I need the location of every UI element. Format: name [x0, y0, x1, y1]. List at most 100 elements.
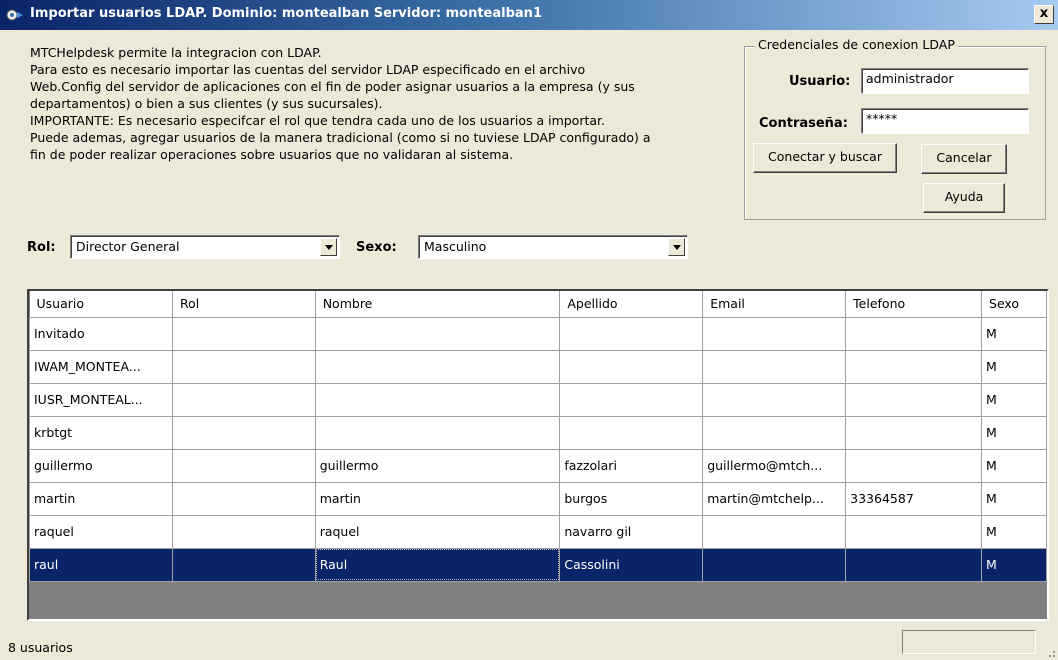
table-cell-telefono[interactable]: [845, 448, 983, 483]
table-cell-rol[interactable]: [171, 514, 316, 549]
column-header-usuario[interactable]: Usuario: [29, 291, 173, 318]
table-cell-email[interactable]: [702, 514, 847, 549]
table-cell-usuario[interactable]: raquel: [29, 514, 173, 549]
table-cell-rol[interactable]: [171, 448, 316, 483]
table-cell-nombre[interactable]: [314, 415, 561, 450]
cancel-button[interactable]: Cancelar: [921, 144, 1007, 174]
table-cell-nombre[interactable]: [314, 382, 561, 417]
table-cell-telefono[interactable]: 33364587: [845, 481, 983, 516]
table-cell-usuario[interactable]: Invitado: [29, 316, 173, 351]
table-cell-rol[interactable]: [171, 415, 316, 450]
title-bar[interactable]: Importar usuarios LDAP. Dominio: monteal…: [0, 0, 1058, 30]
table-row[interactable]: IUSR_MONTEAL... M: [29, 382, 1047, 417]
table-cell-rol[interactable]: [171, 349, 316, 384]
info-line: departamentos) o bien a sus clientes (y …: [30, 96, 383, 111]
password-input[interactable]: *****: [861, 108, 1029, 134]
table-cell-sexo[interactable]: M: [981, 481, 1047, 516]
table-cell-apellido[interactable]: [559, 316, 704, 351]
close-button[interactable]: x: [1034, 5, 1054, 24]
table-cell-email[interactable]: martin@mtchelp...: [702, 481, 847, 516]
table-cell-rol[interactable]: [171, 481, 316, 516]
table-cell-sexo[interactable]: M: [981, 349, 1047, 384]
table-cell-nombre[interactable]: [314, 349, 561, 384]
info-line: fin de poder realizar operaciones sobre …: [30, 147, 514, 162]
table-row[interactable]: Invitado M: [29, 316, 1047, 351]
table-cell-sexo[interactable]: M: [981, 316, 1047, 351]
table-cell-rol[interactable]: [171, 547, 316, 582]
table-row[interactable]: guillermo guillermo fazzolari guillermo@mtc…: [29, 448, 1047, 483]
sexo-label: Sexo:: [356, 240, 397, 255]
status-panel: [902, 630, 1036, 654]
rol-label: Rol:: [27, 240, 56, 255]
table-cell-email[interactable]: [702, 349, 847, 384]
table-cell-email[interactable]: [702, 547, 847, 582]
table-cell-email[interactable]: [702, 382, 847, 417]
info-line: MTCHelpdesk permite la integracion con L…: [30, 45, 322, 60]
table-cell-telefono[interactable]: [845, 514, 983, 549]
table-row[interactable]: martin martin burgos martin@mtchelp... 33364…: [29, 481, 1047, 516]
info-text: MTCHelpdesk permite la integracion con L…: [30, 44, 730, 163]
credentials-legend: Credenciales de conexion LDAP: [755, 37, 958, 52]
table-cell-email[interactable]: [702, 316, 847, 351]
table-cell-apellido[interactable]: burgos: [559, 481, 704, 516]
table-cell-sexo[interactable]: M: [981, 382, 1047, 417]
table-cell-usuario[interactable]: krbtgt: [29, 415, 173, 450]
connect-search-button[interactable]: Conectar y buscar: [753, 143, 897, 173]
app-gear-icon: [6, 9, 23, 21]
column-header-nombre[interactable]: Nombre: [315, 291, 561, 318]
table-row[interactable]: krbtgt M: [29, 415, 1047, 450]
table-cell-apellido[interactable]: Cassolini: [559, 547, 704, 582]
table-cell-usuario[interactable]: guillermo: [29, 448, 173, 483]
table-cell-telefono[interactable]: [845, 415, 983, 450]
resize-grip-icon[interactable]: [1044, 646, 1056, 658]
password-label: Contraseña:: [759, 116, 848, 131]
table-cell-apellido[interactable]: [559, 349, 704, 384]
status-text: 8 usuarios: [8, 640, 73, 655]
table-cell-rol[interactable]: [171, 316, 316, 351]
column-header-rol[interactable]: Rol: [172, 291, 316, 318]
table-cell-usuario[interactable]: martin: [29, 481, 173, 516]
column-header-sexo[interactable]: Sexo: [981, 291, 1047, 318]
table-cell-usuario[interactable]: IUSR_MONTEAL...: [29, 382, 173, 417]
help-button[interactable]: Ayuda: [923, 183, 1005, 213]
table-cell-sexo[interactable]: M: [981, 415, 1047, 450]
table-row[interactable]: raquel raquel navarro gil M: [29, 514, 1047, 549]
table-cell-sexo[interactable]: M: [981, 547, 1047, 582]
table-cell-telefono[interactable]: [845, 349, 983, 384]
user-input[interactable]: administrador: [861, 68, 1029, 94]
column-header-telefono[interactable]: Telefono: [845, 291, 983, 318]
info-line: Web.Config del servidor de aplicaciones …: [30, 79, 635, 94]
table-row[interactable]: raul Raul Cassolini M: [29, 547, 1047, 582]
table-cell-apellido[interactable]: navarro gil: [559, 514, 704, 549]
table-row[interactable]: IWAM_MONTEA... M: [29, 349, 1047, 384]
user-label: Usuario:: [789, 74, 851, 89]
table-cell-email[interactable]: guillermo@mtch...: [702, 448, 847, 483]
column-header-apellido[interactable]: Apellido: [559, 291, 704, 318]
sexo-select[interactable]: Masculino: [418, 235, 688, 259]
table-cell-sexo[interactable]: M: [981, 448, 1047, 483]
table-cell-nombre[interactable]: raquel: [314, 514, 561, 549]
table-cell-sexo[interactable]: M: [981, 514, 1047, 549]
chevron-down-icon[interactable]: [668, 238, 685, 256]
chevron-down-icon[interactable]: [320, 238, 337, 256]
credentials-groupbox: Credenciales de conexion LDAP Usuario: a…: [744, 37, 1046, 220]
table-cell-usuario[interactable]: raul: [29, 547, 173, 582]
table-cell-apellido[interactable]: [559, 415, 704, 450]
table-cell-usuario[interactable]: IWAM_MONTEA...: [29, 349, 173, 384]
table-cell-nombre[interactable]: guillermo: [314, 448, 561, 483]
table-cell-telefono[interactable]: [845, 316, 983, 351]
table-cell-apellido[interactable]: [559, 382, 704, 417]
table-cell-telefono[interactable]: [845, 547, 983, 582]
table-cell-nombre[interactable]: martin: [314, 481, 561, 516]
users-table: Usuario Rol Nombre Apellido Email Telefono Sex…: [29, 291, 1047, 582]
table-cell-rol[interactable]: [171, 382, 316, 417]
table-cell-nombre[interactable]: Raul: [314, 547, 561, 582]
grid-header-row: Usuario Rol Nombre Apellido Email Telefono Sex…: [29, 291, 1047, 318]
table-cell-apellido[interactable]: fazzolari: [559, 448, 704, 483]
table-cell-telefono[interactable]: [845, 382, 983, 417]
table-cell-email[interactable]: [702, 415, 847, 450]
rol-select[interactable]: Director General: [70, 235, 340, 259]
column-header-email[interactable]: Email: [702, 291, 847, 318]
users-grid[interactable]: Usuario Rol Nombre Apellido Email Telefono Sex…: [27, 289, 1049, 621]
table-cell-nombre[interactable]: [314, 316, 561, 351]
